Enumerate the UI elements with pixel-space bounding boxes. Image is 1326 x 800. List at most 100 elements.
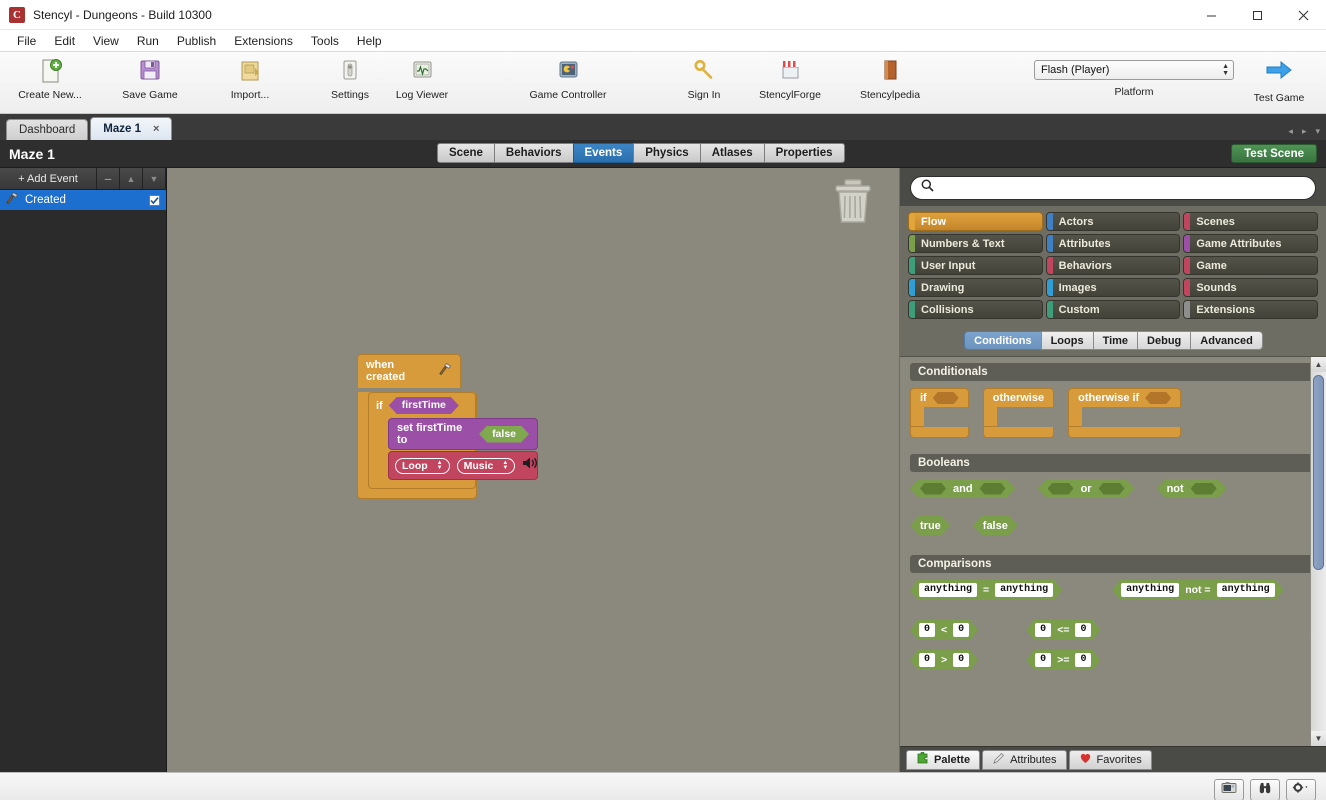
palette-category-drawing[interactable]: Drawing [908, 278, 1043, 297]
comparison-right-field[interactable]: 0 [1075, 623, 1091, 637]
comparison-right-field[interactable]: anything [995, 583, 1053, 597]
search-box[interactable] [910, 176, 1316, 200]
palette-block-greater-equal[interactable]: 0 >= 0 [1026, 650, 1100, 670]
palette-category-extensions[interactable]: Extensions [1183, 300, 1318, 319]
palette-block-and[interactable]: and [910, 479, 1016, 498]
sign-in-button[interactable]: Sign In [668, 52, 740, 101]
settings-gear-dropdown-button[interactable] [1286, 779, 1316, 800]
palette-block-not[interactable]: not [1157, 479, 1227, 498]
when-created-header[interactable]: when created [357, 354, 461, 388]
tab-physics[interactable]: Physics [633, 143, 701, 163]
comparison-left-field[interactable]: anything [919, 583, 977, 597]
remove-event-button[interactable]: ─ [97, 168, 120, 189]
comparison-left-field[interactable]: 0 [919, 653, 935, 667]
palette-block-otherwise[interactable]: otherwise [982, 388, 1055, 438]
scroll-down-arrow-icon[interactable]: ▼ [1311, 731, 1326, 746]
attribute-firsttime-block[interactable]: firstTime [389, 397, 459, 414]
add-event-button[interactable]: + Add Event [0, 168, 97, 189]
block-canvas[interactable]: when created if firstTime set firstTime … [167, 168, 900, 772]
menu-run[interactable]: Run [128, 32, 168, 50]
menu-view[interactable]: View [84, 32, 128, 50]
comparison-left-field[interactable]: 0 [1035, 653, 1051, 667]
comparison-right-field[interactable]: anything [1217, 583, 1275, 597]
create-new-button[interactable]: Create New... [0, 52, 100, 101]
boolean-false-block[interactable]: false [479, 426, 529, 443]
comparison-left-field[interactable]: anything [1121, 583, 1179, 597]
palette-block-list[interactable]: Conditionals if otherwise otherwise if B… [900, 356, 1326, 746]
menu-publish[interactable]: Publish [168, 32, 225, 50]
menu-file[interactable]: File [8, 32, 45, 50]
close-icon[interactable] [1280, 0, 1326, 30]
comparison-left-field[interactable]: 0 [919, 623, 935, 637]
test-scene-button[interactable]: Test Scene [1231, 144, 1317, 163]
palette-category-flow[interactable]: Flow [908, 212, 1043, 231]
palette-category-images[interactable]: Images [1045, 278, 1181, 297]
palette-category-numbers-text[interactable]: Numbers & Text [908, 234, 1043, 253]
if-block[interactable]: if firstTime set firstTime to false Loop… [368, 392, 538, 489]
move-event-down-button[interactable]: ▼ [143, 168, 166, 189]
tab-atlases[interactable]: Atlases [699, 143, 765, 163]
tab-dashboard[interactable]: Dashboard [6, 119, 89, 140]
menu-help[interactable]: Help [348, 32, 391, 50]
bottom-tab-attributes[interactable]: Attributes [982, 749, 1067, 770]
when-created-hat-block[interactable]: when created [357, 354, 477, 388]
palette-category-actors[interactable]: Actors [1045, 212, 1181, 231]
test-game-button[interactable]: Test Game [1240, 58, 1318, 104]
palette-block-less-equal[interactable]: 0 <= 0 [1026, 620, 1100, 640]
import-button[interactable]: Import... [200, 52, 300, 101]
menu-extensions[interactable]: Extensions [225, 32, 302, 50]
palette-block-not-equals[interactable]: anything not = anything [1112, 580, 1283, 600]
scroll-up-arrow-icon[interactable]: ▲ [1311, 357, 1326, 372]
tab-maze-1[interactable]: Maze 1 × [90, 117, 173, 140]
tab-prev-icon[interactable]: ◂ [1288, 126, 1293, 137]
bottom-tab-favorites[interactable]: Favorites [1068, 749, 1152, 770]
tab-list-chevron-down-icon[interactable]: ▾ [1315, 126, 1320, 137]
palette-block-or[interactable]: or [1038, 479, 1135, 498]
screenshot-camera-button[interactable] [1214, 779, 1244, 800]
tab-events[interactable]: Events [572, 143, 635, 163]
minimize-icon[interactable] [1188, 0, 1234, 30]
find-binoculars-button[interactable] [1250, 779, 1280, 800]
subtab-time[interactable]: Time [1092, 331, 1139, 350]
palette-block-true[interactable]: true [910, 516, 951, 535]
palette-block-false[interactable]: false [973, 516, 1018, 535]
event-script-stack[interactable]: when created if firstTime set firstTime … [357, 354, 538, 499]
palette-category-user-input[interactable]: User Input [908, 256, 1043, 275]
stencylpedia-button[interactable]: Stencylpedia [840, 52, 940, 101]
sound-track-dropdown[interactable]: Music ▲ ▼ [456, 457, 516, 474]
subtab-advanced[interactable]: Advanced [1190, 331, 1263, 350]
menu-edit[interactable]: Edit [45, 32, 84, 50]
comparison-right-field[interactable]: 0 [953, 623, 969, 637]
set-attribute-block[interactable]: set firstTime to false [388, 418, 538, 450]
log-viewer-button[interactable]: Log Viewer [386, 52, 458, 101]
trash-can-icon[interactable] [831, 178, 875, 231]
event-enabled-checkbox[interactable] [149, 194, 160, 206]
tab-scene[interactable]: Scene [437, 143, 495, 163]
palette-block-greater-than[interactable]: 0 > 0 [910, 650, 978, 670]
stencylforge-button[interactable]: StencylForge [740, 52, 840, 101]
palette-category-scenes[interactable]: Scenes [1183, 212, 1318, 231]
move-event-up-button[interactable]: ▲ [120, 168, 143, 189]
maximize-icon[interactable] [1234, 0, 1280, 30]
event-list-item-created[interactable]: Created [0, 190, 166, 210]
bottom-tab-palette[interactable]: Palette [906, 749, 981, 770]
tab-properties[interactable]: Properties [763, 143, 845, 163]
palette-category-attributes[interactable]: Attributes [1045, 234, 1181, 253]
comparison-right-field[interactable]: 0 [1075, 653, 1091, 667]
play-sound-block[interactable]: Loop ▲ ▼ Music ▲ ▼ [388, 451, 538, 480]
palette-block-equals[interactable]: anything = anything [910, 580, 1062, 600]
game-controller-button[interactable]: Game Controller [518, 52, 618, 101]
tab-next-icon[interactable]: ▸ [1302, 126, 1307, 137]
subtab-loops[interactable]: Loops [1040, 331, 1094, 350]
palette-scrollbar[interactable]: ▲ ▼ [1310, 357, 1326, 746]
subtab-debug[interactable]: Debug [1137, 331, 1192, 350]
search-input[interactable] [940, 182, 1305, 194]
comparison-right-field[interactable]: 0 [953, 653, 969, 667]
settings-button[interactable]: Settings [314, 52, 386, 101]
palette-category-sounds[interactable]: Sounds [1183, 278, 1318, 297]
menu-tools[interactable]: Tools [302, 32, 348, 50]
palette-category-collisions[interactable]: Collisions [908, 300, 1043, 319]
scrollbar-thumb[interactable] [1313, 375, 1324, 570]
palette-block-otherwise-if[interactable]: otherwise if [1068, 388, 1182, 438]
save-game-button[interactable]: Save Game [100, 52, 200, 101]
